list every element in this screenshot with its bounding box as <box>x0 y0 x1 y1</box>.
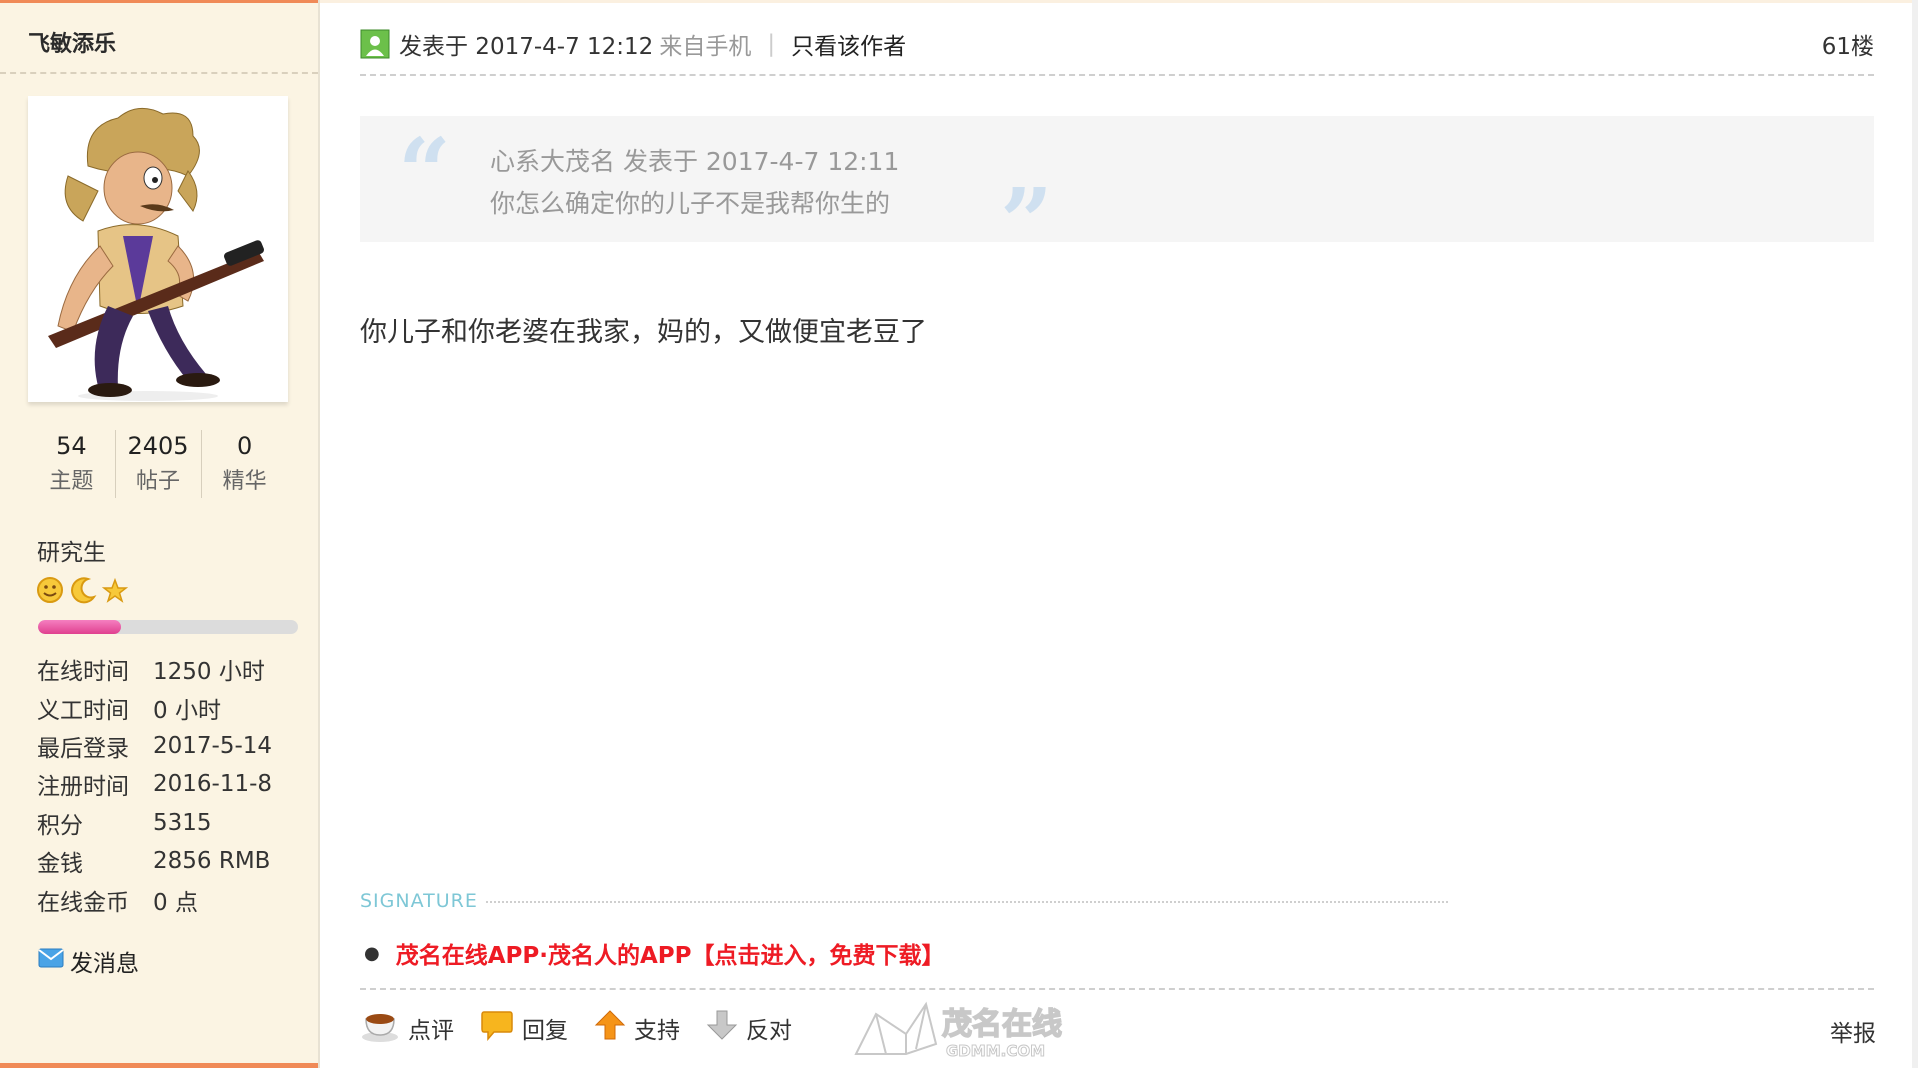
watermark-subtitle: GDMM.COM <box>946 1042 1045 1060</box>
quote-author: 心系大茂名 发表于 2017-4-7 12:11 <box>490 147 900 176</box>
info-row: 积分 5315 <box>37 804 272 842</box>
rank-progress-fill <box>38 620 122 634</box>
info-row: 在线金币 0 点 <box>37 880 272 918</box>
header-separator: | <box>767 31 776 57</box>
stat-value: 54 <box>56 432 87 460</box>
user-stats: 54 主题 2405 帖子 0 精华 <box>28 428 288 500</box>
rank-icons <box>36 576 129 608</box>
report-link[interactable]: 举报 <box>1830 1014 1876 1048</box>
signature-item: ● 茂名在线APP·茂名人的APP【点击进入，免费下载】 <box>360 936 944 970</box>
avatar[interactable] <box>28 96 288 402</box>
info-value: 1250 小时 <box>153 659 265 686</box>
info-row: 最后登录 2017-5-14 <box>37 727 272 765</box>
send-message-button[interactable]: 发消息 <box>38 944 139 978</box>
info-key: 积分 <box>37 812 83 839</box>
close-quote-icon: ” <box>1000 168 1053 276</box>
info-key: 金钱 <box>37 851 83 878</box>
info-key: 义工时间 <box>37 697 129 724</box>
post-actions: 点评 回复 支持 反对 <box>360 1006 818 1050</box>
stat-topics[interactable]: 54 主题 <box>28 428 115 500</box>
post-header: 发表于 2017-4-7 12:12 来自手机 | 只看该作者 61楼 <box>360 24 1886 64</box>
site-watermark: 茂名在线 GDMM.COM <box>846 994 1086 1068</box>
open-quote-icon: “ <box>398 118 451 226</box>
envelope-icon <box>38 948 64 974</box>
stat-value: 0 <box>237 432 253 460</box>
quote-text: 你怎么确定你的儿子不是我帮你生的 <box>490 189 891 218</box>
info-row: 义工时间 0 小时 <box>37 688 272 726</box>
info-key: 注册时间 <box>37 774 129 801</box>
page-right-edge <box>1912 0 1918 1068</box>
info-value: 2856 RMB <box>153 848 271 875</box>
user-info-table: 在线时间 1250 小时 义工时间 0 小时 最后登录 2017-5-14 注册时间 2… <box>37 650 272 919</box>
post-content: 你儿子和你老婆在我家，妈的，又做便宜老豆了 <box>360 317 927 348</box>
oppose-label: 反对 <box>746 1018 792 1044</box>
divider <box>486 901 1448 903</box>
comment-label: 点评 <box>408 1018 454 1044</box>
arrow-down-icon <box>706 1009 746 1047</box>
username[interactable]: 飞敏添乐 <box>28 26 116 58</box>
stat-digest[interactable]: 0 精华 <box>201 428 288 500</box>
floor-number[interactable]: 61楼 <box>1822 27 1874 61</box>
user-rank[interactable]: 研究生 <box>37 533 106 567</box>
quote-block: “ 心系大茂名 发表于 2017-4-7 12:11 你怎么确定你的儿子不是我帮… <box>360 116 1874 268</box>
comment-button[interactable]: 点评 <box>360 1007 454 1049</box>
post-source: 来自手机 <box>659 34 752 60</box>
oppose-button[interactable]: 反对 <box>706 1009 792 1047</box>
star-icon <box>101 577 129 608</box>
info-key: 在线金币 <box>37 889 129 916</box>
reply-label: 回复 <box>522 1018 568 1044</box>
info-value: 0 小时 <box>153 697 221 724</box>
bullet-icon: ● <box>364 942 380 964</box>
post-main: 发表于 2017-4-7 12:12 来自手机 | 只看该作者 61楼 “ 心系… <box>320 0 1918 1068</box>
info-row: 金钱 2856 RMB <box>37 842 272 880</box>
support-label: 支持 <box>634 1018 680 1044</box>
info-value: 2016-11-8 <box>153 771 273 798</box>
stat-posts[interactable]: 2405 帖子 <box>114 428 202 500</box>
stat-label: 精华 <box>222 469 267 494</box>
post-time: 发表于 2017-4-7 12:12 <box>399 34 654 60</box>
watermark-title: 茂名在线 <box>942 1007 1062 1042</box>
info-key: 在线时间 <box>37 659 129 686</box>
only-author-link[interactable]: 只看该作者 <box>791 27 906 61</box>
arrow-up-icon <box>594 1009 634 1047</box>
stat-label: 帖子 <box>136 469 181 494</box>
divider <box>0 72 318 74</box>
info-value: 0 点 <box>153 889 198 916</box>
info-row: 在线时间 1250 小时 <box>37 650 272 688</box>
online-user-icon <box>360 29 390 59</box>
stat-label: 主题 <box>49 469 94 494</box>
smiley-icon <box>36 576 64 608</box>
stat-value: 2405 <box>127 432 189 460</box>
divider <box>360 74 1874 76</box>
reply-button[interactable]: 回复 <box>480 1009 568 1047</box>
support-button[interactable]: 支持 <box>594 1009 680 1047</box>
signature-label: SIGNATURE <box>360 890 478 912</box>
divider <box>360 988 1874 990</box>
user-sidebar: 飞敏添乐 54 主题 2405 帖子 0 精华 研究生 在线时间 1250 小时… <box>0 0 320 1068</box>
info-key: 最后登录 <box>37 735 129 762</box>
info-row: 注册时间 2016-11-8 <box>37 765 272 803</box>
speech-bubble-icon <box>480 1009 522 1047</box>
rank-progress-bar <box>38 620 298 634</box>
info-value: 5315 <box>153 809 212 836</box>
send-message-label: 发消息 <box>70 951 139 977</box>
moon-icon <box>69 576 97 608</box>
info-value: 2017-5-14 <box>153 732 273 759</box>
signature-link[interactable]: 茂名在线APP·茂名人的APP【点击进入，免费下载】 <box>396 936 945 970</box>
coffee-cup-icon <box>360 1007 408 1049</box>
